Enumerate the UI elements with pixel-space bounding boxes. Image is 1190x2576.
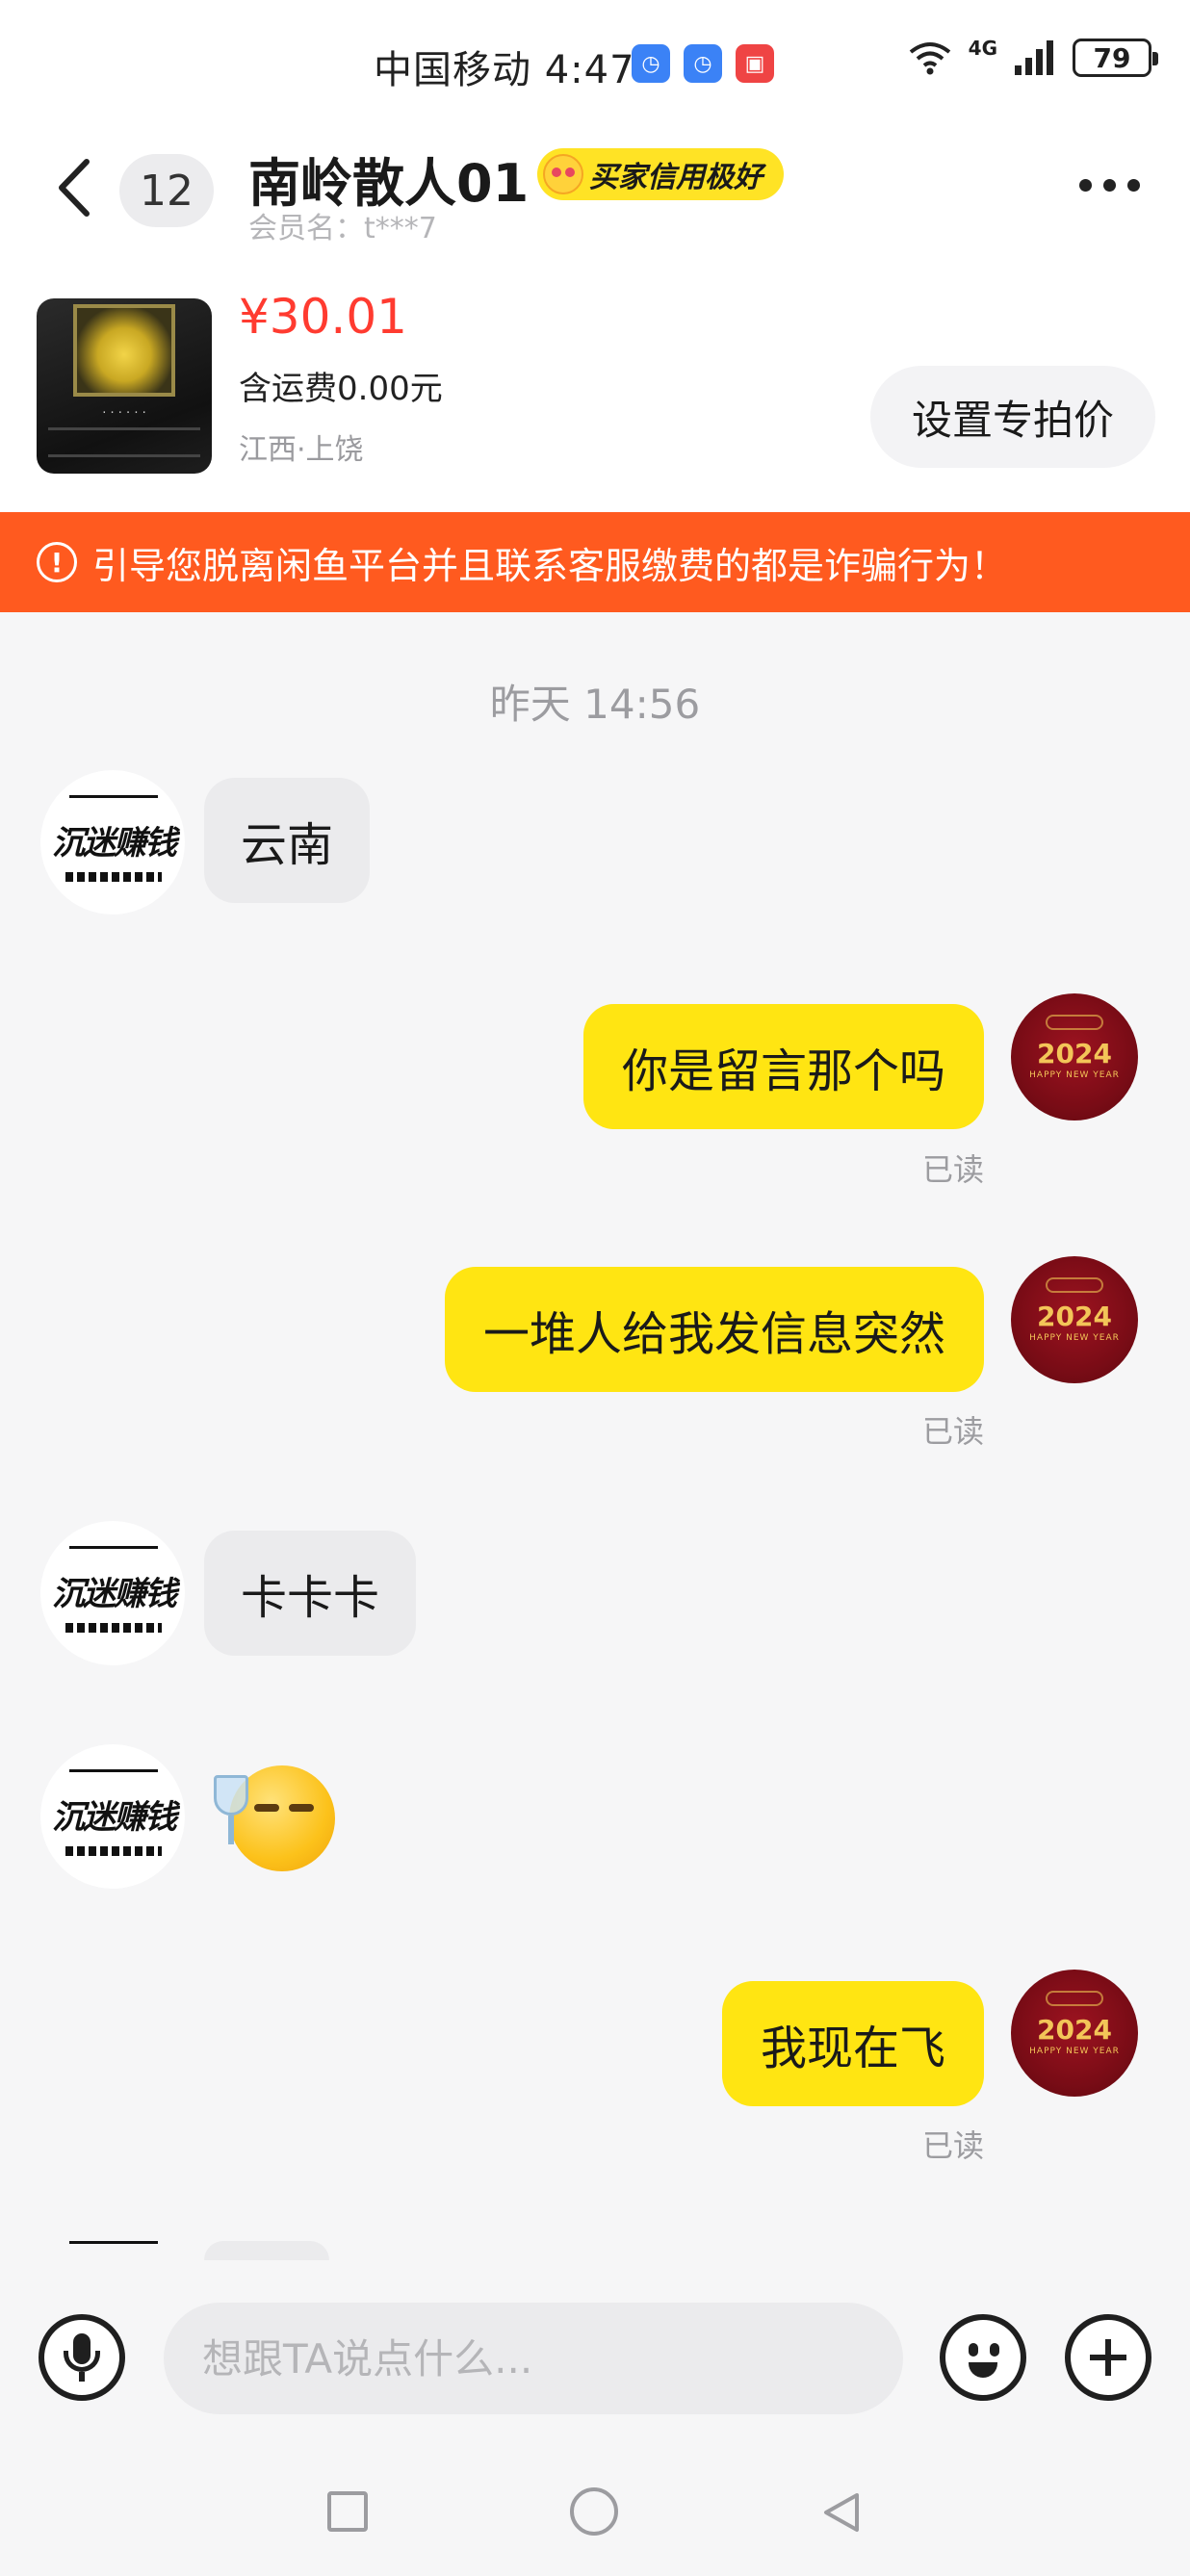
message-bubble-partial [204, 2241, 329, 2260]
credit-badge[interactable]: 买家信用极好 [537, 148, 784, 200]
my-avatar[interactable]: 2024 HAPPY NEW YEAR [1011, 1970, 1138, 2097]
message-input[interactable] [164, 2303, 903, 2414]
nav-back-icon[interactable] [818, 2489, 865, 2536]
product-price: ¥30.01 [239, 289, 407, 345]
recent-apps-icon[interactable] [327, 2491, 368, 2532]
credit-badge-label: 买家信用极好 [589, 161, 763, 194]
fraud-warning-banner: ! 引导您脱离闲鱼平台并且联系客服缴费的都是诈骗行为！ [0, 512, 1190, 612]
contact-avatar[interactable]: 沉迷赚钱 [40, 1744, 185, 1889]
read-receipt: 已读 [921, 2127, 984, 2164]
member-name: 会员名：t***7 [248, 212, 437, 245]
status-bar: 中国移动 4:47 ◷ ◷ ▣ 4G 79 [0, 0, 1190, 116]
my-avatar[interactable]: 2024 HAPPY NEW YEAR [1011, 1256, 1138, 1383]
alarm-app-icon: ◷ [684, 44, 722, 83]
status-indicators: 4G 79 [907, 37, 1158, 77]
network-type: 4G [968, 37, 997, 60]
contact-avatar[interactable]: 沉迷赚钱 [40, 770, 185, 914]
heart-eyes-emoji-icon [543, 154, 583, 194]
huawei-app-icon: ▣ [736, 44, 774, 83]
voice-input-icon[interactable] [39, 2314, 125, 2401]
product-shipping: 含运费0.00元 [239, 370, 443, 408]
set-special-price-button[interactable]: 设置专拍价 [870, 366, 1155, 468]
unread-count-badge[interactable]: 12 [119, 154, 214, 227]
read-receipt: 已读 [921, 1151, 984, 1188]
message-bubble-sent[interactable]: 你是留言那个吗 [582, 1004, 984, 1129]
warning-text: 引导您脱离闲鱼平台并且联系客服缴费的都是诈骗行为！ [92, 544, 1008, 587]
message-bubble-sent[interactable]: 一堆人给我发信息突然 [444, 1267, 984, 1392]
exclamation-icon: ! [37, 542, 77, 582]
message-bubble-sent[interactable]: 我现在飞 [721, 1981, 984, 2106]
alarm-app-icon: ◷ [632, 44, 670, 83]
toasting-emoji-sticker[interactable] [214, 1762, 335, 1875]
message-bubble-received[interactable]: 云南 [204, 778, 371, 903]
read-receipt: 已读 [921, 1413, 984, 1450]
message-bubble-received[interactable]: 卡卡卡 [204, 1531, 417, 1656]
wifi-icon [909, 42, 950, 75]
my-avatar[interactable]: 2024 HAPPY NEW YEAR [1011, 993, 1138, 1121]
back-arrow-icon[interactable] [50, 154, 98, 221]
contact-avatar[interactable]: 沉迷赚钱 [40, 1521, 185, 1665]
battery-icon: 79 [1073, 39, 1158, 77]
add-attachment-icon[interactable] [1065, 2314, 1151, 2401]
product-thumbnail[interactable]: · · · · · · [37, 298, 212, 474]
home-icon[interactable] [570, 2487, 618, 2536]
product-location: 江西·上饶 [239, 433, 364, 467]
more-options-icon[interactable] [1079, 179, 1140, 192]
status-carrier-time: 中国移动 4:47 [374, 48, 635, 92]
emoji-picker-icon[interactable] [940, 2314, 1026, 2401]
contact-avatar-partial [69, 2241, 158, 2244]
chat-timestamp: 昨天 14:56 [489, 681, 701, 728]
status-app-icons: ◷ ◷ ▣ [632, 44, 774, 83]
signal-icon [1015, 40, 1053, 75]
